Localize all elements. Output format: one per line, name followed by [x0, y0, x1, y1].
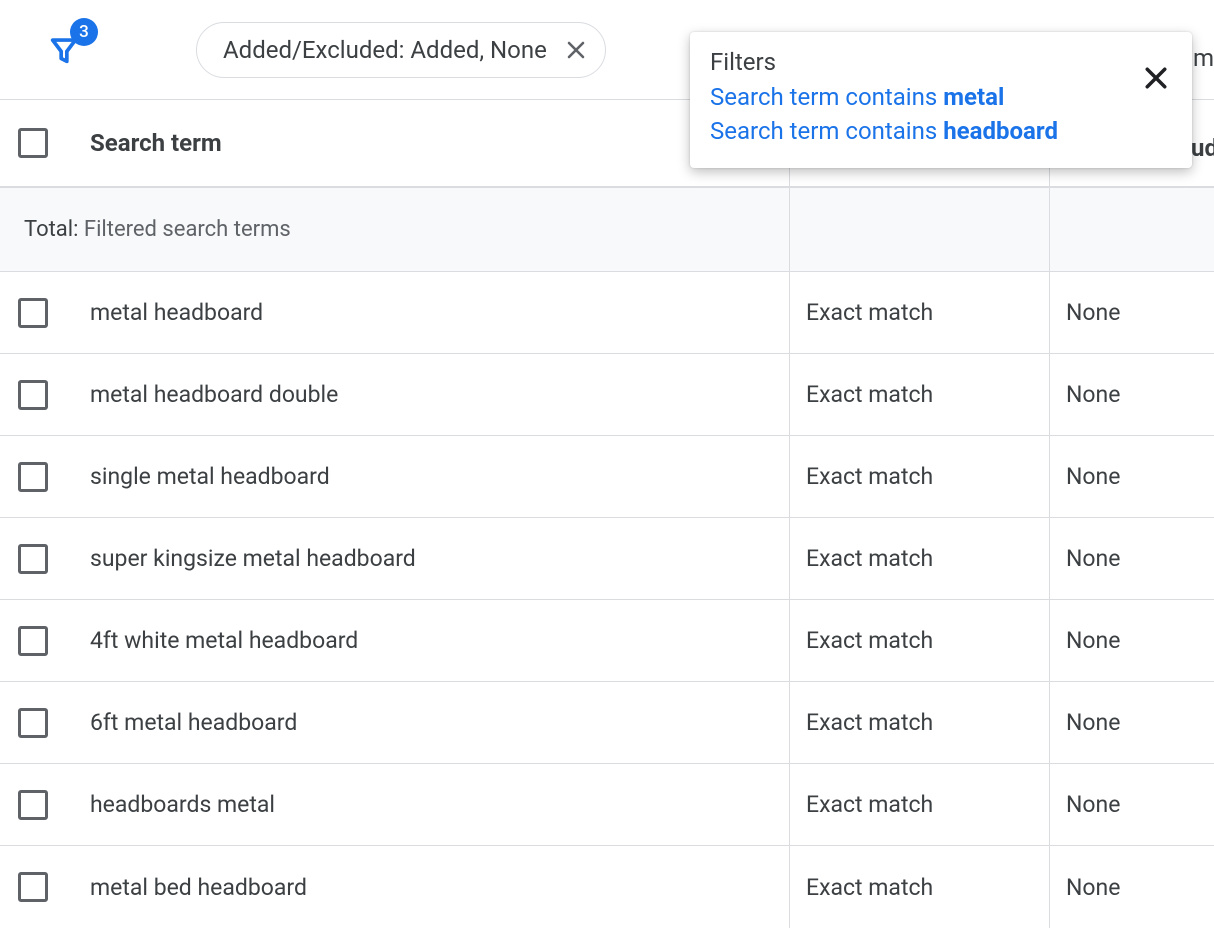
popover-filter-line[interactable]: Search term contains headboard: [710, 114, 1172, 148]
popover-filter-line[interactable]: Search term contains metal: [710, 80, 1172, 114]
table-row: 6ft metal headboard Exact match None: [0, 682, 1214, 764]
excluded-text: None: [1066, 874, 1120, 901]
close-icon[interactable]: [561, 35, 591, 65]
match-type-text: Exact match: [806, 381, 933, 408]
match-type-text: Exact match: [806, 874, 933, 901]
search-term-text[interactable]: headboards metal: [90, 791, 275, 818]
row-checkbox[interactable]: [18, 708, 48, 738]
match-type-text: Exact match: [806, 791, 933, 818]
table-row: single metal headboard Exact match None: [0, 436, 1214, 518]
table-row: metal headboard Exact match None: [0, 272, 1214, 354]
total-prefix: Total:: [24, 217, 84, 242]
row-checkbox[interactable]: [18, 872, 48, 902]
excluded-text: None: [1066, 545, 1120, 572]
search-term-text[interactable]: 4ft white metal headboard: [90, 627, 358, 654]
row-checkbox[interactable]: [18, 544, 48, 574]
match-type-text: Exact match: [806, 299, 933, 326]
column-header-search-term[interactable]: Search term: [90, 129, 222, 157]
excluded-text: None: [1066, 463, 1120, 490]
row-checkbox[interactable]: [18, 626, 48, 656]
table-row: super kingsize metal headboard Exact matc…: [0, 518, 1214, 600]
excluded-text: None: [1066, 709, 1120, 736]
filter-button[interactable]: 3: [44, 30, 84, 70]
row-checkbox[interactable]: [18, 790, 48, 820]
row-checkbox[interactable]: [18, 298, 48, 328]
search-term-text[interactable]: 6ft metal headboard: [90, 709, 297, 736]
popover-title: Filters: [710, 48, 1172, 76]
close-icon[interactable]: [1138, 60, 1174, 96]
excluded-text: None: [1066, 381, 1120, 408]
search-term-text[interactable]: metal bed headboard: [90, 874, 307, 901]
row-checkbox[interactable]: [18, 462, 48, 492]
select-all-checkbox[interactable]: [18, 128, 48, 158]
match-type-text: Exact match: [806, 627, 933, 654]
search-term-text[interactable]: single metal headboard: [90, 463, 330, 490]
filter-count-badge: 3: [70, 18, 98, 46]
search-term-text[interactable]: metal headboard double: [90, 381, 338, 408]
total-text: Filtered search terms: [84, 217, 291, 242]
excluded-text: None: [1066, 791, 1120, 818]
table-row: 4ft white metal headboard Exact match None: [0, 600, 1214, 682]
truncated-header-text: ud: [1191, 134, 1214, 162]
row-checkbox[interactable]: [18, 380, 48, 410]
truncated-text: m: [1193, 44, 1214, 72]
match-type-text: Exact match: [806, 463, 933, 490]
filter-chip-added-excluded[interactable]: Added/Excluded: Added, None: [196, 22, 606, 78]
chip-label: Added/Excluded: Added, None: [223, 36, 547, 64]
match-type-text: Exact match: [806, 709, 933, 736]
table-row: metal headboard double Exact match None: [0, 354, 1214, 436]
total-row: Total: Filtered search terms: [0, 188, 1214, 272]
excluded-text: None: [1066, 299, 1120, 326]
match-type-text: Exact match: [806, 545, 933, 572]
search-term-text[interactable]: metal headboard: [90, 299, 263, 326]
search-term-text[interactable]: super kingsize metal headboard: [90, 545, 416, 572]
filters-popover: Filters Search term contains metal Searc…: [690, 32, 1192, 168]
excluded-text: None: [1066, 627, 1120, 654]
table-row: headboards metal Exact match None: [0, 764, 1214, 846]
